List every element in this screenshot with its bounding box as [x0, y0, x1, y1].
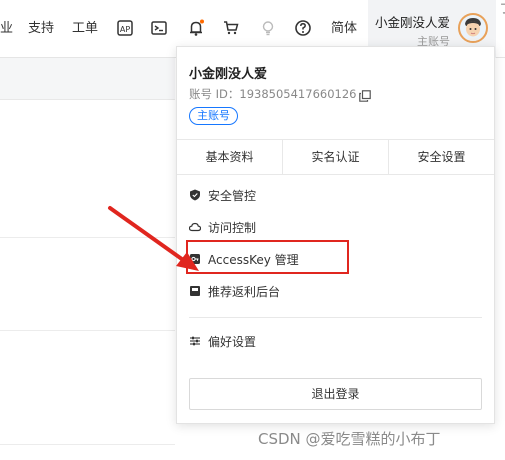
watermark: CSDN @爱吃雪糕的小布丁 [258, 430, 441, 448]
annotation-arrow [108, 206, 199, 271]
